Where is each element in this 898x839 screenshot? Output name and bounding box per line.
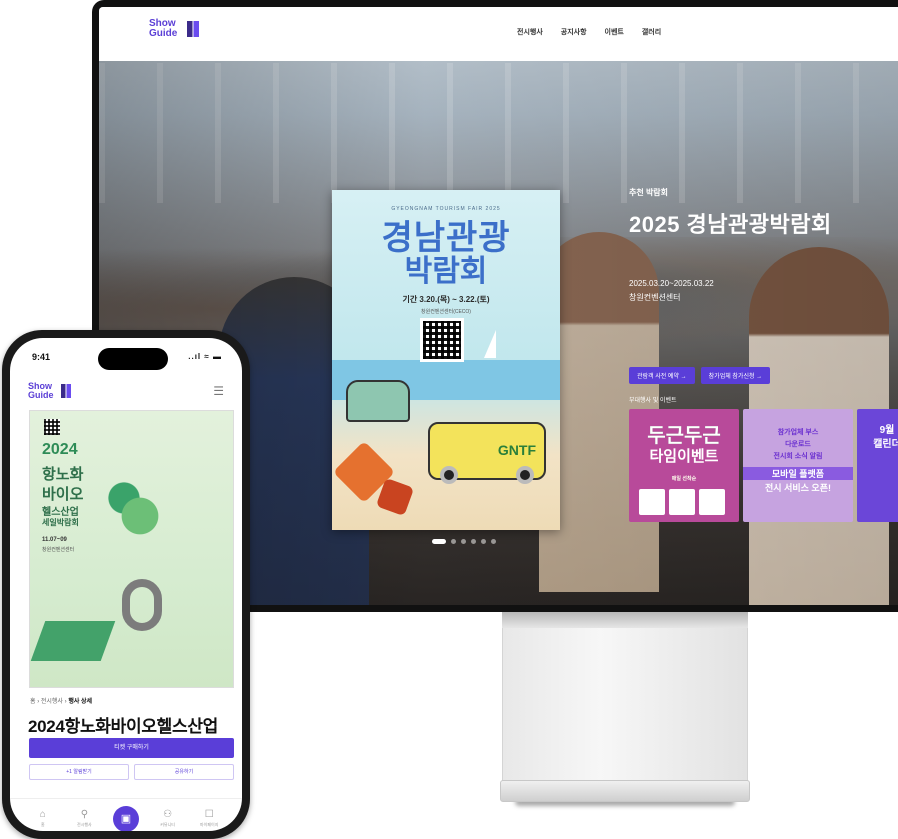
sailboat-icon	[484, 330, 496, 358]
nav-item-notices[interactable]: 공지사항	[561, 27, 587, 37]
breadcrumb-home[interactable]: 홈	[30, 699, 36, 705]
carousel-dot[interactable]	[432, 539, 446, 544]
site-logo[interactable]: Show Guide	[149, 19, 199, 39]
featured-poster[interactable]: GYEONGNAM TOURISM FAIR 2025 경남관광 박람회 기간 …	[332, 190, 560, 530]
poster-badge: GNTF	[497, 442, 536, 458]
bus-illustration: GNTF	[428, 422, 546, 484]
poster-year: 2024	[42, 441, 78, 458]
poster-title-line: 헬스산업	[42, 507, 79, 518]
card-line: 모바일 플랫폼	[743, 467, 853, 480]
card-title: 두근두근	[647, 425, 721, 447]
carousel-dot[interactable]	[471, 539, 476, 544]
tab-home[interactable]: ⌂ 홈	[26, 808, 60, 828]
breadcrumb-current: 행사 상세	[68, 699, 93, 705]
wheel-icon	[516, 466, 534, 484]
poster-title-line2: 박람회	[404, 255, 488, 288]
qr-code-icon	[420, 318, 464, 362]
hero-subtitle: 추천 박람회	[629, 188, 669, 197]
wheel-icon	[440, 466, 458, 484]
event-cards: 두근두근 타임이벤트 매일 선착순 참가업체 부스 다운로드 전시회 소식 알림…	[629, 409, 898, 522]
tab-community[interactable]: ⚇ 커뮤니티	[151, 808, 185, 828]
event-card[interactable]: 참가업체 부스 다운로드 전시회 소식 알림 모바일 플랫폼 전시 서비스 오픈…	[743, 409, 853, 522]
page-title: 2024항노화바이오헬스산업	[28, 717, 219, 736]
poster-dates: 11.07~09	[42, 537, 67, 543]
event-poster: 2024 항노화 바이오 헬스산업 세일박람회 11.07~09 창원컨벤션센터	[29, 410, 234, 688]
tab-mypage[interactable]: ☐ 마이페이지	[192, 808, 226, 828]
center-action-icon: ▣	[112, 805, 139, 831]
van-illustration	[346, 380, 410, 422]
status-time: 9:41	[32, 352, 51, 362]
hero-dates: 2025.03.20~2025.03.22	[629, 279, 714, 288]
nav-item-gallery[interactable]: 갤러리	[642, 27, 661, 37]
hero-venue: 창원컨벤션센터	[629, 293, 681, 302]
logo-text: Show Guide	[149, 18, 178, 39]
bottom-tab-bar: ⌂ 홈 ⚲ 전시행사 ▣ ⚇ 커뮤니티 ☐ 마이페이지	[10, 798, 242, 831]
exhibitor-apply-button[interactable]: 참가업체 참가신청 →	[700, 367, 771, 384]
community-icon: ⚇	[163, 808, 173, 820]
profile-icon: ☐	[204, 808, 214, 820]
home-icon: ⌂	[39, 808, 46, 820]
notify-button[interactable]: +1 알림받기	[29, 764, 129, 780]
poster-title-line: 바이오	[42, 486, 84, 503]
menu-icon[interactable]: ☰	[213, 384, 224, 398]
card-note: 매일 선착순	[671, 476, 697, 482]
poster-venue: 창원컨벤션센터	[42, 547, 75, 553]
events-heading: 부대행사 및 이벤트	[629, 398, 677, 404]
carousel-dot[interactable]	[461, 539, 466, 544]
event-card[interactable]: 9월 캘린더	[857, 409, 898, 522]
breadcrumb-mid[interactable]: 전시행사	[41, 699, 63, 705]
tab-label: 전시행사	[77, 821, 92, 827]
monitor-stand	[502, 612, 748, 782]
poster-title-line: 항노화	[42, 466, 84, 483]
dynamic-island	[98, 348, 168, 370]
card-line: 참가업체 부스	[777, 429, 819, 436]
poster-title: 경남관광	[381, 219, 511, 257]
logo-mark-icon	[187, 21, 199, 37]
tab-exhibitions[interactable]: ⚲ 전시행사	[67, 808, 101, 828]
exhibition-icon: ⚲	[80, 808, 89, 820]
visitor-reservation-button[interactable]: 관람객 사전 예약 →	[629, 367, 695, 384]
event-card[interactable]: 두근두근 타임이벤트 매일 선착순	[629, 409, 739, 522]
ring-illustration	[122, 579, 162, 631]
plant-illustration	[100, 471, 180, 561]
logo-text: Show Guide	[28, 381, 54, 400]
hero-actions: 관람객 사전 예약 → 참가업체 참가신청 →	[629, 367, 771, 384]
monitor-foot	[500, 780, 750, 802]
card-line: 전시 서비스 오픈!	[765, 483, 831, 493]
top-navigation: Show Guide 전시행사 공지사항 이벤트 갤러리	[99, 7, 898, 61]
poster-venue: 창원컨벤션센터(CECO)	[421, 309, 471, 315]
card-line: 캘린더	[873, 439, 898, 450]
carousel-dot[interactable]	[451, 539, 456, 544]
carousel-pagination	[432, 539, 496, 544]
card-coupons	[639, 489, 725, 515]
monitor-stand-shadow	[502, 612, 748, 628]
qr-code-icon	[44, 419, 60, 435]
poster-title-line: 세일박람회	[42, 518, 79, 527]
tab-label: 홈	[40, 821, 45, 827]
mobile-screen: 9:41 ..ıl ≈ ▬ Show Guide ☰ 2024 항노화 바이오 …	[10, 338, 242, 831]
carousel-dot[interactable]	[491, 539, 496, 544]
breadcrumb: 홈 › 전시행사 › 행사 상세	[30, 696, 92, 705]
card-line: 9월	[879, 425, 895, 436]
poster-dates: 기간 3.20.(목) ~ 3.22.(토)	[402, 295, 490, 304]
tab-center[interactable]: ▣	[109, 805, 143, 831]
card-subtitle: 타임이벤트	[649, 448, 719, 465]
hero-title: 2025 경남관광박람회	[629, 212, 832, 237]
mobile-logo[interactable]: Show Guide	[28, 382, 71, 400]
tab-label: 커뮤니티	[160, 821, 175, 827]
status-icons: ..ıl ≈ ▬	[188, 352, 222, 361]
nav-item-exhibitions[interactable]: 전시행사	[517, 27, 543, 37]
buy-ticket-button[interactable]: 티켓 구매하기	[29, 738, 234, 758]
main-menu: 전시행사 공지사항 이벤트 갤러리	[517, 27, 661, 37]
share-button[interactable]: 공유하기	[134, 764, 234, 780]
card-line: 전시회 소식 알림	[773, 453, 823, 460]
mobile-phone: 9:41 ..ıl ≈ ▬ Show Guide ☰ 2024 항노화 바이오 …	[2, 330, 250, 839]
field-illustration	[30, 621, 116, 661]
tab-label: 마이페이지	[199, 821, 219, 827]
poster-caption: GYEONGNAM TOURISM FAIR 2025	[391, 206, 501, 212]
card-line: 다운로드	[785, 441, 811, 448]
logo-mark-icon	[61, 384, 71, 398]
nav-item-events[interactable]: 이벤트	[605, 27, 624, 37]
carousel-dot[interactable]	[481, 539, 486, 544]
